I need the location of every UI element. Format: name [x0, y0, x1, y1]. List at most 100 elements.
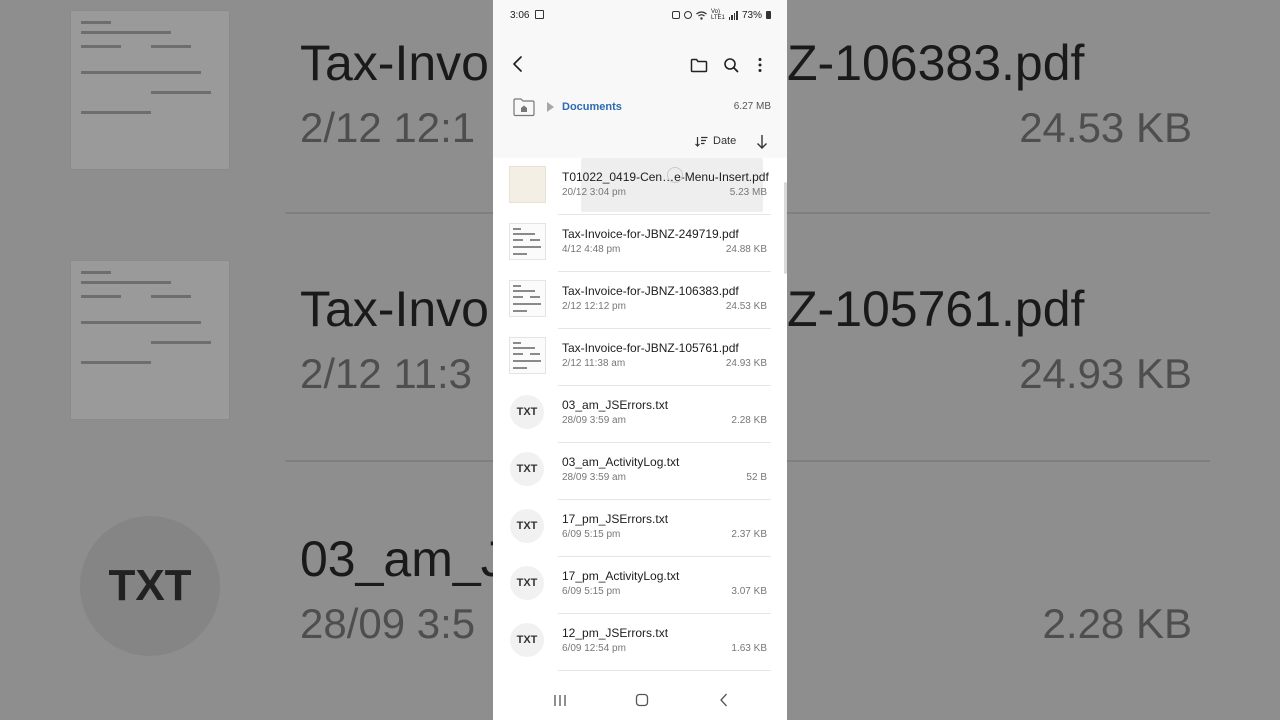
notification-icon [535, 10, 544, 19]
home-folder-icon[interactable] [513, 97, 535, 117]
bg-file-size: 2.28 KB [1042, 600, 1192, 647]
file-size: 2.37 KB [731, 529, 767, 540]
row-divider [558, 670, 771, 671]
bg-file-size: 24.53 KB [1019, 104, 1192, 151]
file-date: 20/12 3:04 pm [562, 187, 626, 198]
file-name: Tax-Invoice-for-JBNZ-106383.pdf [562, 284, 739, 298]
file-size: 24.53 KB [725, 301, 767, 312]
txt-file-icon: TXT [510, 395, 544, 429]
search-icon [724, 58, 739, 73]
bg-file-meta: 28/09 3:5 [300, 600, 476, 647]
file-row[interactable]: TXT 17_pm_JSErrors.txt 6/09 5:15 pm 2.37… [493, 500, 787, 557]
file-date: 2/12 12:12 pm [562, 301, 626, 312]
folder-icon [690, 58, 708, 72]
scrollbar[interactable] [784, 182, 787, 274]
file-list: T01022_0419-Cen…e-Menu-Insert.pdf 20/12 … [493, 158, 787, 671]
file-row[interactable]: Tax-Invoice-for-JBNZ-105761.pdf 2/12 11:… [493, 329, 787, 386]
file-name: 03_am_ActivityLog.txt [562, 455, 680, 469]
file-name: 12_pm_JSErrors.txt [562, 626, 669, 640]
nav-back-icon [720, 693, 727, 707]
pdf-thumbnail [509, 166, 546, 203]
bg-file-name: Tax-Invo [300, 281, 489, 337]
file-size: 3.07 KB [731, 586, 767, 597]
app-bar [493, 32, 787, 94]
file-name: 17_pm_JSErrors.txt [562, 512, 669, 526]
sort-direction-button[interactable] [753, 132, 771, 152]
pdf-thumbnail [509, 223, 546, 260]
mute-icon [683, 11, 692, 19]
arrow-left-icon [513, 56, 522, 72]
home-icon [635, 693, 649, 707]
battery-icon [766, 11, 771, 19]
breadcrumb-current-folder[interactable]: Documents [562, 101, 622, 113]
file-name: 03_am_JSErrors.txt [562, 398, 669, 412]
signal-icon [728, 10, 738, 20]
alarm-icon [671, 11, 680, 19]
battery-percent: 73% [741, 9, 762, 21]
file-date: 6/09 5:15 pm [562, 529, 621, 540]
file-row[interactable]: TXT 17_pm_ActivityLog.txt 6/09 5:15 pm 3… [493, 557, 787, 614]
bg-file-name: Tax-Invo [300, 35, 489, 91]
file-size: 24.88 KB [725, 244, 767, 255]
more-options-button[interactable] [746, 51, 774, 79]
txt-file-icon: TXT [510, 509, 544, 543]
sort-bar: Date [493, 126, 787, 158]
bg-pdf-thumbnail [70, 10, 230, 170]
txt-file-icon: TXT [510, 623, 544, 657]
status-icons: Vo) LTE1 73% [671, 9, 771, 21]
sort-by-button[interactable]: Date [695, 135, 736, 147]
file-row[interactable]: TXT 03_am_JSErrors.txt 28/09 3:59 am 2.2… [493, 386, 787, 443]
file-size: 24.93 KB [725, 358, 767, 369]
file-row[interactable]: T01022_0419-Cen…e-Menu-Insert.pdf 20/12 … [493, 158, 787, 215]
file-name: Tax-Invoice-for-JBNZ-105761.pdf [562, 341, 739, 355]
bg-file-name: 03_am_J [300, 531, 506, 587]
wifi-icon [696, 10, 707, 20]
file-row[interactable]: Tax-Invoice-for-JBNZ-249719.pdf 4/12 4:4… [493, 215, 787, 272]
bg-pdf-thumbnail [70, 260, 230, 420]
file-date: 28/09 3:59 am [562, 472, 626, 483]
pressed-highlight [581, 158, 763, 212]
touch-indicator [667, 167, 683, 183]
file-date: 28/09 3:59 am [562, 415, 626, 426]
bg-txt-icon: TXT [80, 516, 220, 656]
recents-icon [554, 694, 566, 706]
network-label: Vo) LTE1 [710, 9, 725, 21]
file-name: T01022_0419-Cen…e-Menu-Insert.pdf [562, 170, 769, 184]
more-vertical-icon [758, 58, 762, 72]
bg-file-meta: 2/12 12:1 [300, 104, 476, 151]
file-date: 6/09 5:15 pm [562, 586, 621, 597]
breadcrumb: Documents 6.27 MB [493, 94, 787, 126]
file-date: 6/09 12:54 pm [562, 643, 626, 654]
bg-file-size: 24.93 KB [1019, 350, 1192, 397]
txt-file-icon: TXT [510, 452, 544, 486]
recents-button[interactable] [548, 690, 572, 710]
txt-file-icon: TXT [510, 566, 544, 600]
pdf-thumbnail [509, 280, 546, 317]
bg-file-name-right: Z-105761.pdf [787, 281, 1085, 337]
pdf-thumbnail [509, 337, 546, 374]
bg-file-name-right: Z-106383.pdf [787, 35, 1085, 91]
file-size: 5.23 MB [729, 187, 767, 198]
file-date: 2/12 11:38 am [562, 358, 626, 369]
file-row[interactable]: TXT 12_pm_JSErrors.txt 6/09 12:54 pm 1.6… [493, 614, 787, 671]
file-size: 2.28 KB [731, 415, 767, 426]
file-name: 17_pm_ActivityLog.txt [562, 569, 680, 583]
file-row[interactable]: Tax-Invoice-for-JBNZ-106383.pdf 2/12 12:… [493, 272, 787, 329]
phone-screen: 3:06 Vo) LTE1 73% Documents 6.27 MB Date… [493, 0, 787, 720]
file-size: 52 B [746, 472, 767, 483]
chevron-right-icon [547, 102, 554, 112]
file-size: 1.63 KB [731, 643, 767, 654]
file-date: 4/12 4:48 pm [562, 244, 621, 255]
file-row[interactable]: TXT 03_am_ActivityLog.txt 28/09 3:59 am … [493, 443, 787, 500]
back-button[interactable] [504, 50, 532, 78]
navigation-bar [493, 680, 787, 720]
sort-icon [695, 136, 708, 147]
status-time: 3:06 [510, 10, 530, 21]
folder-button[interactable] [685, 51, 713, 79]
folder-size: 6.27 MB [733, 101, 771, 112]
nav-back-button[interactable] [712, 690, 736, 710]
search-button[interactable] [717, 51, 745, 79]
status-bar: 3:06 Vo) LTE1 73% [493, 0, 787, 32]
bg-file-meta: 2/12 11:3 [300, 350, 473, 397]
home-button[interactable] [630, 690, 654, 710]
